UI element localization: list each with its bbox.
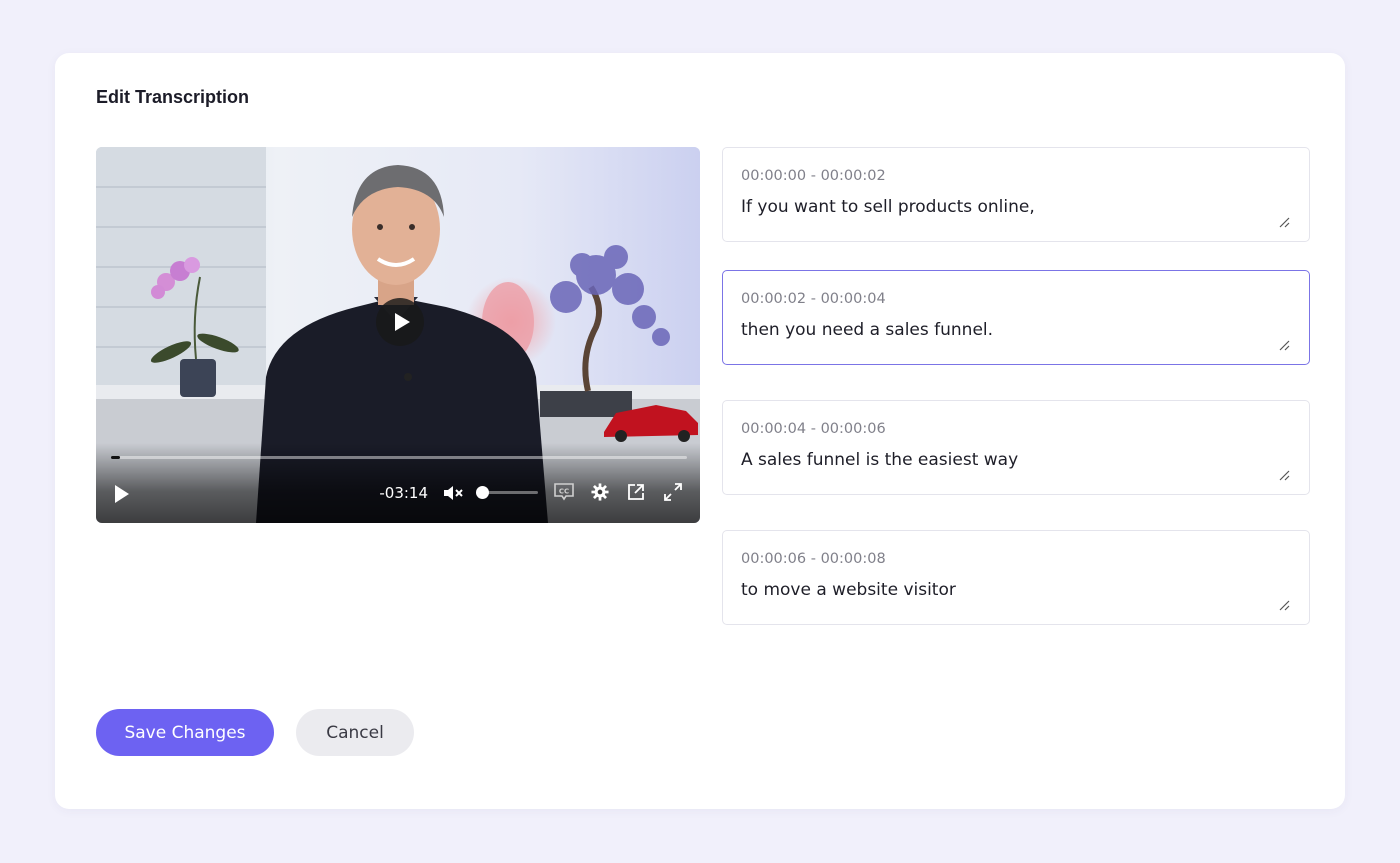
external-link-icon bbox=[628, 484, 644, 500]
mute-button[interactable] bbox=[443, 483, 463, 503]
fullscreen-icon bbox=[664, 483, 682, 501]
settings-button[interactable] bbox=[591, 483, 609, 501]
popout-button[interactable] bbox=[627, 483, 645, 501]
cancel-button[interactable]: Cancel bbox=[296, 709, 414, 756]
edit-transcription-dialog: Edit Transcription -03:14 CC 00:00:00 - … bbox=[55, 53, 1345, 809]
gear-icon bbox=[591, 483, 609, 501]
segment-text-field[interactable] bbox=[741, 197, 1281, 217]
fullscreen-button[interactable] bbox=[664, 483, 682, 501]
transcript-segment-active[interactable]: 00:00:02 - 00:00:04 bbox=[722, 270, 1310, 365]
segment-text-field[interactable] bbox=[741, 580, 1281, 600]
segment-text-field[interactable] bbox=[741, 450, 1281, 470]
play-icon bbox=[395, 313, 410, 331]
resize-handle-icon[interactable] bbox=[1278, 469, 1290, 481]
segment-time-range: 00:00:06 - 00:00:08 bbox=[741, 551, 886, 567]
resize-handle-icon[interactable] bbox=[1278, 599, 1290, 611]
segment-time-range: 00:00:02 - 00:00:04 bbox=[741, 291, 886, 307]
transcript-segment[interactable]: 00:00:00 - 00:00:02 bbox=[722, 147, 1310, 242]
segment-time-range: 00:00:04 - 00:00:06 bbox=[741, 421, 886, 437]
resize-handle-icon[interactable] bbox=[1278, 216, 1290, 228]
play-icon bbox=[115, 485, 129, 503]
save-changes-button[interactable]: Save Changes bbox=[96, 709, 274, 756]
segment-text-field[interactable] bbox=[741, 320, 1281, 340]
volume-muted-icon bbox=[444, 486, 463, 500]
segment-time-range: 00:00:00 - 00:00:02 bbox=[741, 168, 886, 184]
resize-handle-icon[interactable] bbox=[1278, 339, 1290, 351]
transcript-segment[interactable]: 00:00:04 - 00:00:06 bbox=[722, 400, 1310, 495]
captions-button[interactable]: CC bbox=[554, 483, 574, 501]
play-button[interactable] bbox=[113, 484, 131, 504]
volume-slider[interactable] bbox=[476, 486, 538, 499]
progress-fill bbox=[111, 456, 120, 459]
video-player[interactable]: -03:14 CC bbox=[96, 147, 700, 523]
transcript-segment[interactable]: 00:00:06 - 00:00:08 bbox=[722, 530, 1310, 625]
volume-knob[interactable] bbox=[476, 486, 489, 499]
big-play-button[interactable] bbox=[376, 298, 424, 346]
progress-bar[interactable] bbox=[111, 456, 687, 459]
video-controls-bar: -03:14 CC bbox=[96, 443, 700, 523]
closed-captions-icon: CC bbox=[554, 483, 574, 501]
svg-text:CC: CC bbox=[559, 488, 569, 496]
remaining-time: -03:14 bbox=[379, 484, 428, 502]
dialog-title: Edit Transcription bbox=[96, 87, 250, 107]
